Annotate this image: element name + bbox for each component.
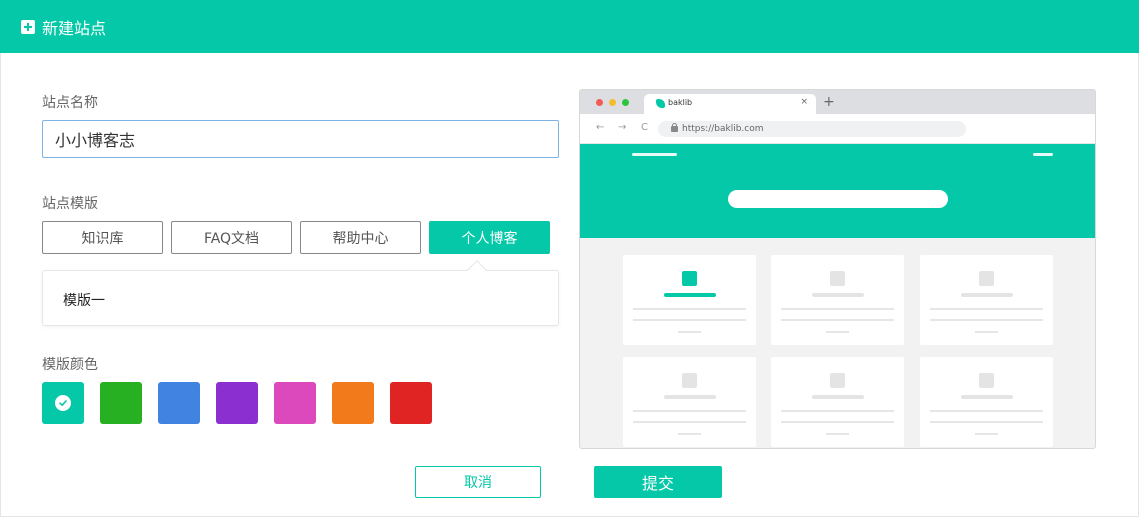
- forward-arrow-icon: →: [618, 122, 627, 133]
- preview-logo-bar: [632, 153, 677, 156]
- preview-card: [623, 255, 756, 345]
- template-tabs: 知识库 FAQ文档 帮助中心 个人博客: [42, 221, 558, 254]
- lock-icon: [671, 123, 678, 132]
- site-name-label: 站点名称: [42, 95, 98, 111]
- maximize-dot-icon: [622, 99, 629, 106]
- baklib-logo-icon: [656, 99, 665, 108]
- preview-menu-bar: [1033, 153, 1053, 156]
- color-swatch[interactable]: [100, 382, 142, 424]
- template-tab-knowledge-base[interactable]: 知识库: [42, 221, 163, 254]
- close-dot-icon: [596, 99, 603, 106]
- back-arrow-icon: ←: [596, 122, 605, 133]
- browser-tab: baklib ×: [644, 94, 816, 114]
- color-swatch[interactable]: [42, 382, 84, 424]
- color-swatch[interactable]: [158, 382, 200, 424]
- color-swatch[interactable]: [274, 382, 316, 424]
- color-swatch[interactable]: [216, 382, 258, 424]
- url-text: https://baklib.com: [682, 124, 764, 134]
- minimize-dot-icon: [609, 99, 616, 106]
- dialog-header: 新建站点: [0, 0, 1139, 53]
- template-color-label: 模版颜色: [42, 357, 98, 373]
- dialog-title: 新建站点: [42, 18, 107, 38]
- browser-address-bar: ← → C https://baklib.com: [580, 114, 1095, 144]
- template-variant-item[interactable]: 模版一: [63, 290, 105, 310]
- preview-card: [920, 357, 1053, 447]
- cancel-button[interactable]: 取消: [415, 466, 541, 498]
- new-tab-icon: +: [823, 94, 835, 110]
- submit-button[interactable]: 提交: [594, 466, 722, 498]
- plus-square-icon: [21, 19, 35, 34]
- template-variant-panel: 模版一: [42, 270, 559, 326]
- template-preview: baklib × + ← → C https://baklib.com: [579, 89, 1096, 449]
- browser-tab-title: baklib: [668, 98, 693, 107]
- preview-card: [920, 255, 1053, 345]
- site-name-input[interactable]: [42, 120, 559, 158]
- site-template-label: 站点模版: [42, 196, 98, 212]
- tab-close-icon: ×: [800, 97, 808, 107]
- template-tab-personal-blog[interactable]: 个人博客: [429, 221, 550, 254]
- check-icon: [55, 395, 71, 411]
- preview-search-bar: [728, 190, 948, 208]
- preview-card: [623, 357, 756, 447]
- url-field: https://baklib.com: [658, 121, 966, 137]
- preview-hero: [580, 144, 1095, 238]
- template-tab-help-center[interactable]: 帮助中心: [300, 221, 421, 254]
- template-tab-faq[interactable]: FAQ文档: [171, 221, 292, 254]
- browser-tab-bar: baklib × +: [580, 90, 1095, 114]
- color-swatch[interactable]: [390, 382, 432, 424]
- color-swatches: [42, 382, 448, 424]
- preview-card: [771, 255, 904, 345]
- color-swatch[interactable]: [332, 382, 374, 424]
- reload-icon: C: [641, 122, 648, 133]
- preview-card: [771, 357, 904, 447]
